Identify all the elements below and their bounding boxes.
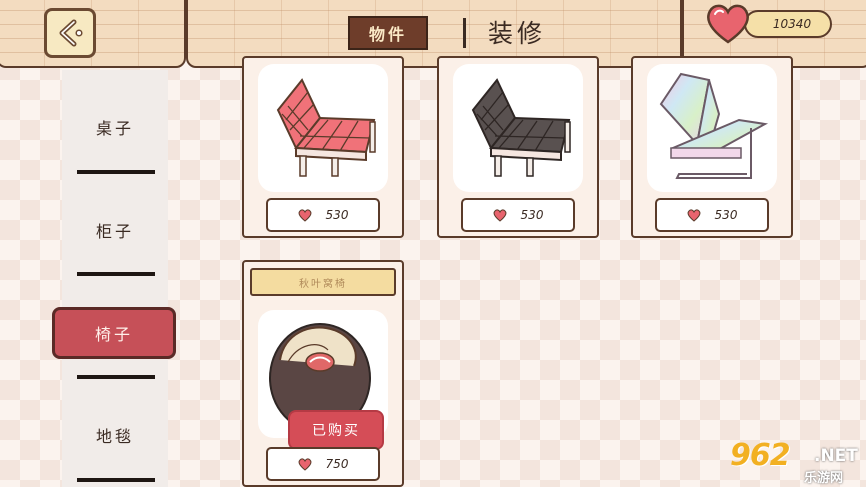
price-button[interactable]: 530 bbox=[655, 198, 769, 232]
chair-dark-image bbox=[471, 78, 571, 177]
back-arrow-icon bbox=[59, 19, 83, 47]
price-button[interactable]: 530 bbox=[461, 198, 575, 232]
heart-icon bbox=[298, 457, 311, 471]
sidebar-item-rugs[interactable]: 地毯 bbox=[62, 405, 168, 465]
site-watermark: 962 .NET 乐游网 bbox=[724, 438, 866, 487]
watermark-sub: 乐游网 bbox=[804, 471, 844, 486]
price-button[interactable]: 750 bbox=[266, 447, 380, 481]
sidebar-divider bbox=[77, 375, 155, 379]
price-value: 530 bbox=[520, 208, 544, 222]
purchased-label: 已购买 bbox=[288, 410, 384, 450]
heart-icon bbox=[707, 4, 749, 44]
price-value: 530 bbox=[325, 208, 349, 222]
watermark-suffix: .NET bbox=[814, 446, 858, 466]
sidebar-divider bbox=[77, 272, 155, 276]
tab-items[interactable]: 物件 bbox=[348, 16, 428, 50]
product-card[interactable]: 530 bbox=[631, 56, 793, 238]
product-image bbox=[453, 64, 583, 192]
currency-value: 10340 bbox=[744, 10, 832, 38]
product-card[interactable]: 530 bbox=[437, 56, 599, 238]
category-sidebar: 桌子 柜子 地毯 bbox=[62, 70, 168, 487]
sidebar-divider bbox=[77, 478, 155, 482]
product-image bbox=[258, 64, 388, 192]
chair-holographic-image bbox=[659, 72, 769, 179]
sidebar-item-tables[interactable]: 桌子 bbox=[62, 97, 168, 157]
watermark-logo: 962 bbox=[730, 438, 791, 473]
tab-divider bbox=[463, 18, 466, 48]
product-image: 已购买 bbox=[258, 310, 388, 450]
sidebar-item-cabinets[interactable]: 柜子 bbox=[62, 200, 168, 260]
product-card[interactable]: 秋叶窝椅 已购买 750 bbox=[242, 260, 404, 487]
product-image bbox=[647, 64, 777, 192]
chair-red-image bbox=[276, 78, 376, 177]
heart-icon bbox=[687, 208, 700, 222]
back-button[interactable] bbox=[44, 8, 96, 58]
tab-decor[interactable]: 装修 bbox=[488, 14, 546, 50]
sidebar-divider bbox=[77, 170, 155, 174]
heart-icon bbox=[493, 208, 506, 222]
heart-icon bbox=[298, 208, 311, 222]
sidebar-item-chairs[interactable]: 椅子 bbox=[52, 307, 176, 359]
price-value: 750 bbox=[325, 457, 349, 471]
product-card[interactable]: 530 bbox=[242, 56, 404, 238]
product-name-tag: 秋叶窝椅 bbox=[250, 268, 396, 296]
price-button[interactable]: 530 bbox=[266, 198, 380, 232]
back-panel bbox=[0, 0, 186, 68]
price-value: 530 bbox=[714, 208, 738, 222]
